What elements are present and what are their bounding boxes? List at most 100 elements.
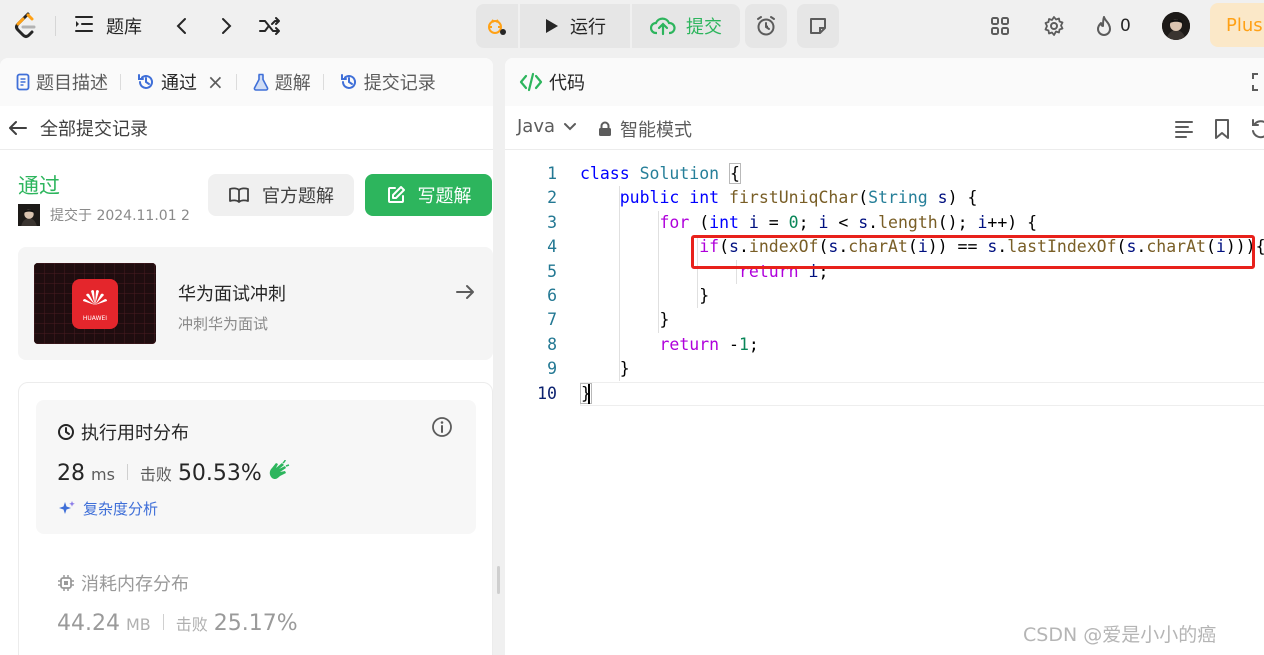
line-number: 10 [537,383,557,403]
line-number: 9 [547,359,557,379]
problem-list-label: 题库 [106,17,142,38]
promo-title: 华为面试冲刺 [178,284,286,305]
plus-button[interactable]: Plus [1210,3,1264,47]
svg-text:HUAWEI: HUAWEI [83,315,107,322]
runtime-value: 28 [57,461,85,486]
line-number: 6 [547,286,557,305]
layout-button[interactable] [986,12,1014,40]
text-cursor [588,384,590,404]
tab-code-label: 代码 [549,73,585,94]
next-problem-button[interactable] [214,12,240,40]
memory-beat-label: 击败 [175,615,208,634]
format-icon[interactable] [1173,118,1195,140]
code-editor[interactable]: 1 2 3 4 5 6 7 8 9 10 class Solution { pu… [505,162,1264,562]
maximize-icon[interactable] [1251,72,1264,92]
notes-button[interactable] [797,4,839,48]
language-label: Java [517,116,556,137]
watermark: CSDN @爱是小小的癌 [1023,624,1217,646]
code-panel: 代码 Java 智能模式 1 2 3 4 5 6 7 8 9 10 class … [505,58,1264,655]
official-solution-button[interactable]: 官方题解 [208,174,354,216]
runtime-value-row: 28 ms 击败 50.53% [57,460,290,486]
code-line: } [580,310,670,330]
tab-description-label: 题目描述 [36,73,108,94]
red-annotation-box [691,235,1255,269]
chevron-down-icon [564,122,577,130]
complexity-analysis-link[interactable]: 复杂度分析 [57,498,158,519]
runtime-heading-label: 执行用时分布 [81,423,189,444]
line-number: 5 [547,261,557,281]
panel-resize-handle[interactable] [497,566,500,594]
cloud-upload-icon [650,17,676,36]
tab-solutions-label: 题解 [274,73,311,94]
write-solution-label: 写题解 [417,186,472,207]
shuffle-icon [259,17,280,35]
memory-value-row: 44.24 MB 击败 25.17% [57,611,298,636]
submission-status: 通过 [18,174,60,198]
history-icon [138,74,153,89]
chevron-right-icon [222,18,232,34]
tab-accepted[interactable]: 通过 × [121,69,236,95]
code-line: public int firstUniqChar(String s) { [619,188,978,208]
problem-list-button[interactable]: 题库 [74,12,142,40]
fire-icon [1097,16,1111,36]
back-to-submissions[interactable]: 全部提交记录 [0,106,493,150]
chip-icon [58,575,74,591]
code-icon [519,72,543,92]
runtime-heading: 执行用时分布 [57,419,189,445]
tab-code[interactable]: 代码 [505,58,1264,106]
tab-description[interactable]: 题目描述 [0,69,120,95]
timer-button[interactable] [745,4,787,48]
random-problem-button[interactable] [256,12,284,40]
streak-counter[interactable]: 0 [1094,12,1131,40]
memory-heading-label: 消耗内存分布 [81,574,189,595]
arrow-right-icon [454,281,476,303]
tab-accepted-label: 通过 [161,73,197,94]
memory-unit: MB [125,615,151,634]
submit-button[interactable]: 提交 [632,4,740,48]
settings-button[interactable] [1040,12,1068,40]
tab-solutions[interactable]: 题解 [237,69,323,95]
write-solution-button[interactable]: 写题解 [365,174,492,216]
code-line: } [580,382,592,404]
language-select[interactable]: Java [517,116,577,137]
code-line: class Solution { [580,163,741,184]
runtime-unit: ms [91,465,115,484]
runtime-card[interactable]: 执行用时分布 28 ms 击败 50.53% 复杂度分析 [36,400,476,534]
submission-meta: 提交于 2024.11.01 2 [18,204,190,226]
current-line-highlight [580,381,1264,406]
line-number: 1 [547,164,557,183]
chevron-left-icon [176,18,186,34]
divider [55,16,56,36]
tab-submissions[interactable]: 提交记录 [324,69,448,95]
bookmark-icon[interactable] [1211,118,1233,140]
code-line: } [580,286,710,305]
prev-problem-button[interactable] [168,12,194,40]
leetcode-logo-icon[interactable] [12,12,40,40]
lock-icon [599,121,611,136]
user-avatar[interactable] [1162,12,1190,40]
debug-button[interactable] [476,4,518,48]
grid-icon [991,17,1009,35]
reset-icon[interactable] [1249,118,1264,140]
line-number: 4 [547,237,557,257]
streak-count: 0 [1120,16,1131,36]
memory-beat-value: 25.17% [213,611,298,636]
smart-mode-label: 智能模式 [620,120,692,141]
code-line: for (int i = 0; i < s.length(); i++) { [659,212,1038,232]
run-submit-group: 运行 提交 [476,4,740,48]
close-icon[interactable]: × [207,70,224,94]
line-number: 8 [547,334,557,354]
run-button[interactable]: 运行 [520,4,630,48]
promo-card[interactable]: HUAWEI 华为面试冲刺 冲刺华为面试 [18,247,493,360]
smart-mode[interactable]: 智能模式 [598,116,692,142]
promo-subtitle: 冲刺华为面试 [178,315,269,333]
avatar [18,204,40,226]
alarm-clock-icon [757,16,775,36]
memory-heading[interactable]: 消耗内存分布 [57,570,189,596]
run-label: 运行 [570,17,606,38]
back-label: 全部提交记录 [40,118,148,140]
info-icon[interactable] [431,416,453,438]
huawei-promo-image: HUAWEI [34,263,156,344]
clap-icon [268,460,290,486]
play-icon [546,19,558,33]
